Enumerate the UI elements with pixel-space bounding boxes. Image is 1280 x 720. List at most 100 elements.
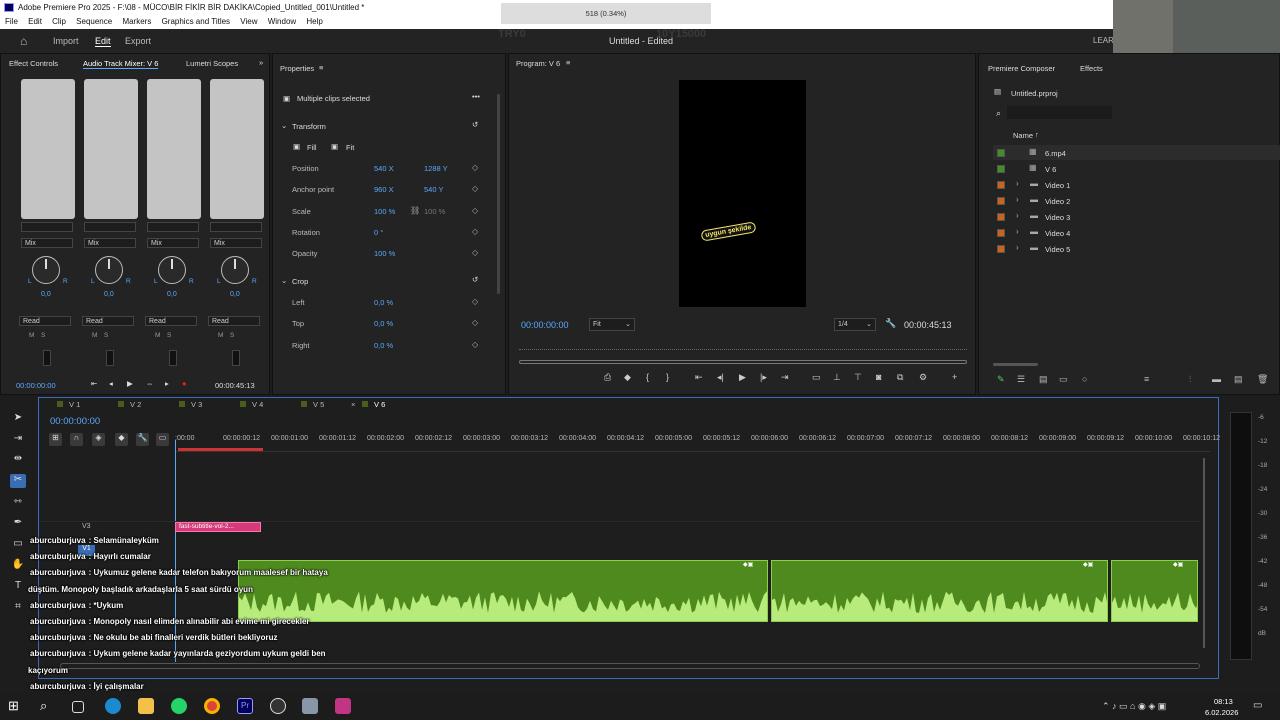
- channel-input-dropdown[interactable]: [147, 222, 199, 232]
- safe-margins-icon[interactable]: ▭: [812, 372, 821, 383]
- close-tab-icon[interactable]: ×: [351, 400, 355, 409]
- channel-input-dropdown[interactable]: [84, 222, 136, 232]
- volume-fader[interactable]: [106, 350, 114, 366]
- automation-mode-dropdown[interactable]: Read: [82, 316, 134, 326]
- marker-icon[interactable]: ◆: [115, 433, 128, 446]
- import-tab[interactable]: Import: [53, 36, 79, 46]
- properties-scrollbar[interactable]: [497, 94, 500, 294]
- export-frame-icon[interactable]: ⎙: [604, 372, 611, 383]
- timeline-h-scrollbar[interactable]: [60, 663, 1200, 669]
- sort-asc-icon[interactable]: ↑: [1035, 130, 1039, 139]
- keyframe-icon[interactable]: ◇: [472, 340, 478, 349]
- captions-icon[interactable]: ▭: [156, 433, 169, 446]
- sequence-tab[interactable]: V 1: [69, 400, 80, 409]
- crop-value[interactable]: 0,0 %: [374, 341, 393, 350]
- zoom-slider-icon[interactable]: ○: [1082, 374, 1087, 384]
- mute-button[interactable]: M: [29, 332, 34, 339]
- icon-view-icon[interactable]: ▤: [1039, 374, 1048, 385]
- prop-value-1[interactable]: 0 °: [374, 228, 383, 237]
- mute-button[interactable]: M: [218, 332, 223, 339]
- expand-chevron-icon[interactable]: ›: [1016, 243, 1019, 252]
- menu-file[interactable]: File: [5, 17, 18, 26]
- expand-chevron-icon[interactable]: ›: [1016, 195, 1019, 204]
- step-forward-icon[interactable]: ▸: [165, 379, 169, 388]
- work-area-bar[interactable]: [178, 448, 263, 451]
- label-color-swatch[interactable]: [997, 213, 1005, 221]
- fit-dropdown[interactable]: Fit ⌄: [589, 318, 635, 331]
- prop-value-1[interactable]: 960 X: [374, 185, 394, 194]
- channel-mix-dropdown[interactable]: Mix: [21, 238, 73, 248]
- crop-value[interactable]: 0,0 %: [374, 319, 393, 328]
- mute-button[interactable]: M: [92, 332, 97, 339]
- crop-reset-icon[interactable]: ↺: [472, 275, 478, 284]
- obs-icon[interactable]: [270, 698, 286, 714]
- pan-knob[interactable]: [32, 256, 60, 284]
- step-back-icon[interactable]: ◂: [109, 379, 113, 388]
- export-tab[interactable]: Export: [125, 36, 151, 46]
- sequence-tab[interactable]: V 2: [130, 400, 141, 409]
- compare-icon[interactable]: ⧉: [897, 372, 903, 383]
- label-color-swatch[interactable]: [997, 149, 1005, 157]
- trash-icon[interactable]: 🗑: [1257, 374, 1268, 385]
- link-icon[interactable]: ⛓: [410, 206, 420, 215]
- sequence-tab[interactable]: V 4: [252, 400, 263, 409]
- volume-fader[interactable]: [43, 350, 51, 366]
- volume-fader[interactable]: [169, 350, 177, 366]
- home-icon[interactable]: ⌂: [20, 34, 27, 48]
- wrench-icon[interactable]: 🔧: [136, 433, 149, 446]
- app-icon[interactable]: [302, 698, 318, 714]
- new-bin-icon[interactable]: ▬: [1212, 374, 1221, 384]
- chrome-icon[interactable]: [204, 698, 220, 714]
- search-input[interactable]: [1007, 106, 1112, 119]
- audio-clip[interactable]: [771, 560, 1108, 622]
- expand-chevron-icon[interactable]: ›: [1016, 227, 1019, 236]
- pan-knob[interactable]: [221, 256, 249, 284]
- automation-mode-dropdown[interactable]: Read: [145, 316, 197, 326]
- edit-tab[interactable]: Edit: [95, 36, 111, 47]
- pen-tool-icon[interactable]: ✒: [10, 517, 26, 531]
- caption-tool-icon[interactable]: ⌗: [10, 601, 26, 615]
- freeform-view-icon[interactable]: ▭: [1059, 374, 1068, 385]
- track-select-icon[interactable]: ⇥: [10, 433, 26, 447]
- menu-window[interactable]: Window: [268, 17, 296, 26]
- audio-clip[interactable]: [1111, 560, 1198, 622]
- hand-tool-icon[interactable]: ✋: [10, 559, 26, 573]
- keyframe-icon[interactable]: ◇: [472, 227, 478, 236]
- wrench-icon[interactable]: 🔧: [885, 318, 896, 329]
- new-item-icon[interactable]: ▤: [1234, 374, 1243, 385]
- prop-value-2[interactable]: 540 Y: [424, 185, 443, 194]
- edge-icon[interactable]: [105, 698, 121, 714]
- razor-tool-icon[interactable]: ✂: [10, 474, 26, 488]
- record-icon[interactable]: ●: [182, 379, 187, 388]
- rectangle-tool-icon[interactable]: ▭: [10, 538, 26, 552]
- settings-icon[interactable]: ⚙: [919, 372, 927, 383]
- sequence-tab[interactable]: V 3: [191, 400, 202, 409]
- keyframe-icon[interactable]: ◇: [472, 163, 478, 172]
- tab-lumetri[interactable]: Lumetri Scopes: [186, 59, 238, 68]
- camera-icon[interactable]: ◙: [876, 372, 881, 382]
- mute-button[interactable]: M: [155, 332, 160, 339]
- more-tabs-icon[interactable]: »: [259, 58, 263, 67]
- keyframe-icon[interactable]: ◇: [472, 318, 478, 327]
- automate-icon[interactable]: ⫶: [1189, 374, 1191, 385]
- tray-icons[interactable]: ⌃ ♪ ▭ ⌂ ◉ ◈ ▣: [1102, 701, 1166, 712]
- prop-value-2[interactable]: 100 %: [424, 207, 445, 216]
- menu-graphics[interactable]: Graphics and Titles: [162, 17, 230, 26]
- prop-value-1[interactable]: 100 %: [374, 249, 395, 258]
- notification-icon[interactable]: ▭: [1253, 700, 1262, 711]
- task-view-icon[interactable]: [72, 701, 84, 713]
- properties-menu-icon[interactable]: ≡: [319, 63, 323, 72]
- channel-mix-dropdown[interactable]: Mix: [84, 238, 136, 248]
- keyframe-icon[interactable]: ◇: [472, 297, 478, 306]
- search-icon[interactable]: ⌕: [40, 698, 56, 714]
- keyframe-icon[interactable]: ◇: [472, 248, 478, 257]
- zoom-bar[interactable]: [519, 360, 967, 364]
- menu-sequence[interactable]: Sequence: [76, 17, 112, 26]
- label-color-swatch[interactable]: [997, 181, 1005, 189]
- keyframe-icon[interactable]: ◇: [472, 206, 478, 215]
- play-icon[interactable]: ▶: [739, 372, 746, 383]
- label-color-swatch[interactable]: [997, 245, 1005, 253]
- file-explorer-icon[interactable]: [138, 698, 154, 714]
- expand-chevron-icon[interactable]: ›: [1016, 211, 1019, 220]
- channel-input-dropdown[interactable]: [21, 222, 73, 232]
